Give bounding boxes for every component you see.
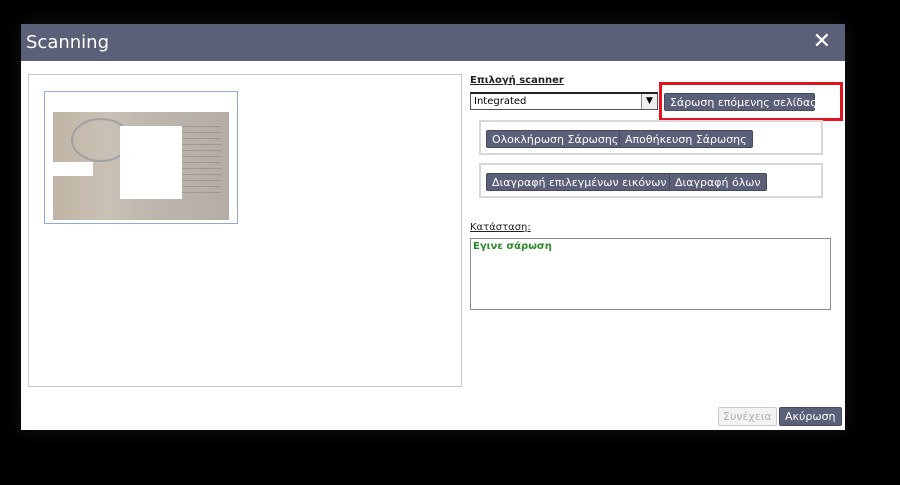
delete-all-button[interactable]: Διαγραφή όλων [669,173,767,191]
cancel-button[interactable]: Ακύρωση [779,407,842,426]
scanner-selected-value: Integrated [474,96,527,107]
complete-scan-button[interactable]: Ολοκλήρωση Σάρωσης [486,130,625,148]
delete-selected-images-button[interactable]: Διαγραφή επιλεγμένων εικόνων [486,173,673,191]
scanned-page-thumbnail[interactable] [44,91,238,224]
status-label: Κατάσταση: [470,222,531,233]
text-lines [179,126,221,196]
status-box: Εγινε σάρωση [470,238,831,310]
dialog-title: Scanning [26,32,110,53]
scanning-dialog: Scanning ✕ Επιλογή scanner Integrated ▼ … [21,24,845,430]
redaction-block [53,162,93,176]
save-scan-button[interactable]: Αποθήκευση Σάρωσης [619,130,753,148]
preview-panel [28,74,462,387]
close-icon[interactable]: ✕ [813,29,831,54]
scanned-page-image [53,112,229,220]
scanner-label: Επιλογή scanner [470,75,564,86]
scanner-select[interactable]: Integrated ▼ [470,92,658,110]
redaction-block [120,126,182,199]
chevron-down-icon[interactable]: ▼ [641,94,657,109]
status-text: Εγινε σάρωση [473,241,552,252]
scan-next-page-button[interactable]: Σάρωση επόμενης σελίδας [664,93,817,111]
dialog-titlebar: Scanning ✕ [21,24,845,61]
continue-button[interactable]: Συνέχεια [718,407,777,426]
